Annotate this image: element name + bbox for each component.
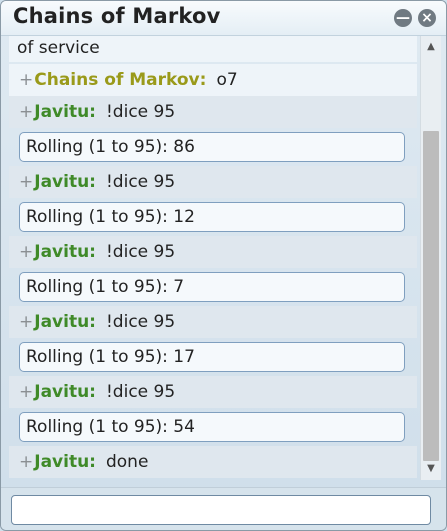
message-nick[interactable]: Javitu: bbox=[34, 452, 96, 472]
message-text: !dice 95 bbox=[105, 312, 176, 332]
message-nick[interactable]: Javitu: bbox=[34, 172, 96, 192]
chat-message: +Javitu: !dice 95 bbox=[9, 236, 417, 268]
chat-message: +Javitu: done bbox=[9, 446, 417, 478]
message-text: !dice 95 bbox=[105, 242, 176, 262]
chat-window: Chains of Markov — × of service +Chains … bbox=[0, 0, 447, 531]
input-bar bbox=[1, 487, 446, 530]
scrollbar-thumb[interactable] bbox=[423, 131, 439, 461]
chat-message: +Javitu: !dice 95 bbox=[9, 166, 417, 198]
expand-plus[interactable]: + bbox=[19, 172, 33, 192]
title-bar[interactable]: Chains of Markov — × bbox=[1, 1, 446, 36]
message-text: !dice 95 bbox=[105, 102, 176, 122]
expand-plus[interactable]: + bbox=[19, 70, 33, 90]
scroll-up-icon[interactable]: ▲ bbox=[421, 38, 441, 56]
message-nick[interactable]: Javitu: bbox=[34, 242, 96, 262]
expand-plus[interactable]: + bbox=[19, 382, 33, 402]
message-nick[interactable]: Chains of Markov: bbox=[34, 70, 206, 90]
expand-plus[interactable]: + bbox=[19, 312, 33, 332]
message-text: !dice 95 bbox=[105, 172, 176, 192]
chat-message: +Javitu: !dice 95 bbox=[9, 306, 417, 338]
chat-scrollbar[interactable]: ▲ ▼ bbox=[420, 36, 441, 480]
bot-reply: Rolling (1 to 95): 17 bbox=[19, 342, 405, 372]
window-title: Chains of Markov bbox=[13, 4, 221, 28]
message-text: !dice 95 bbox=[105, 382, 176, 402]
expand-plus[interactable]: + bbox=[19, 452, 33, 472]
message-nick[interactable]: Javitu: bbox=[34, 102, 96, 122]
message-text: done bbox=[105, 452, 149, 472]
chat-message: +Javitu: !dice 95 bbox=[9, 96, 417, 128]
message-nick[interactable]: Javitu: bbox=[34, 382, 96, 402]
chat-message: +Javitu: !dice 95 bbox=[9, 376, 417, 408]
partial-message-line: of service bbox=[9, 36, 417, 62]
bot-reply: Rolling (1 to 95): 54 bbox=[19, 412, 405, 442]
message-text: o7 bbox=[216, 70, 238, 90]
close-icon[interactable]: × bbox=[418, 9, 436, 27]
chat-message: +Chains of Markov: o7 bbox=[9, 64, 417, 96]
message-nick[interactable]: Javitu: bbox=[34, 312, 96, 332]
scroll-down-icon[interactable]: ▼ bbox=[421, 460, 441, 478]
bot-reply: Rolling (1 to 95): 7 bbox=[19, 272, 405, 302]
chat-log: of service +Chains of Markov: o7 +Javitu:… bbox=[9, 36, 419, 480]
chat-input[interactable] bbox=[11, 495, 431, 525]
minimize-icon[interactable]: — bbox=[394, 9, 412, 27]
bot-reply: Rolling (1 to 95): 86 bbox=[19, 132, 405, 162]
bot-reply: Rolling (1 to 95): 12 bbox=[19, 202, 405, 232]
expand-plus[interactable]: + bbox=[19, 242, 33, 262]
expand-plus[interactable]: + bbox=[19, 102, 33, 122]
